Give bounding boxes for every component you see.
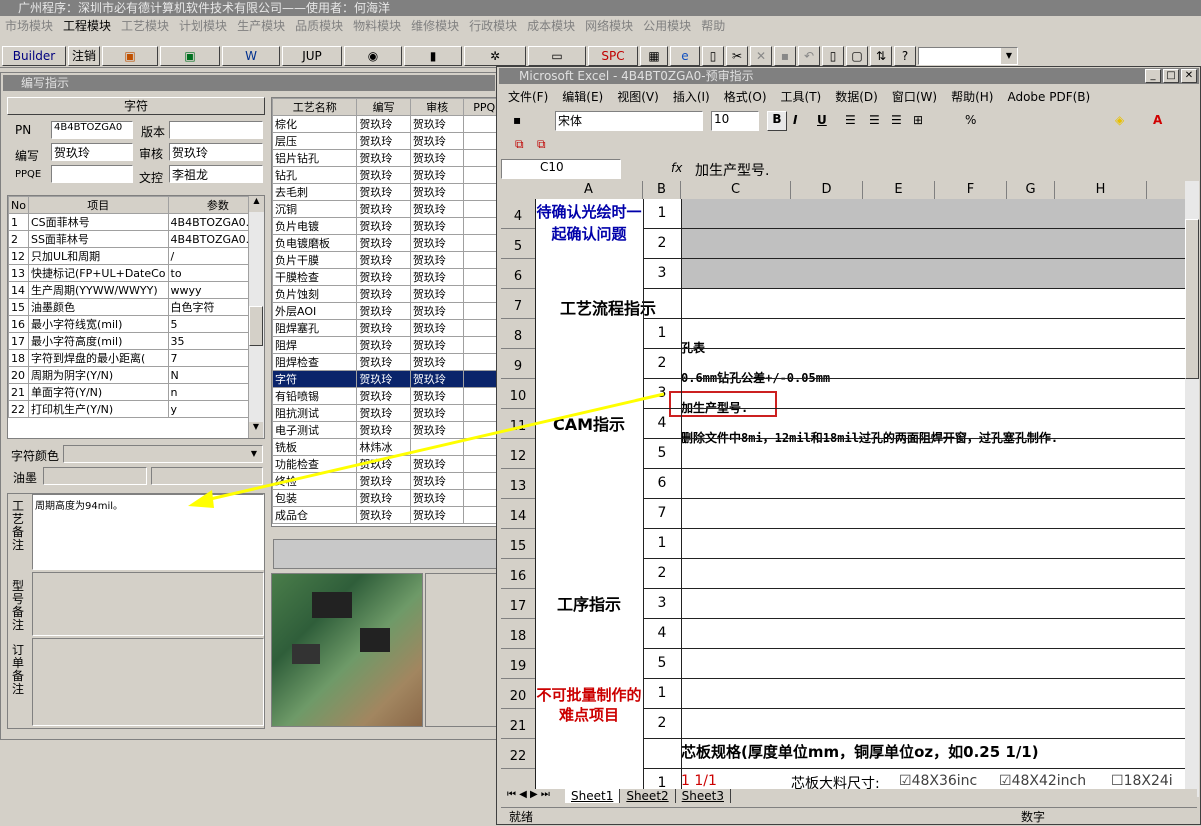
arrow-head: [188, 490, 214, 508]
arrow-line: [205, 392, 665, 502]
annotation-arrow: [188, 392, 665, 508]
